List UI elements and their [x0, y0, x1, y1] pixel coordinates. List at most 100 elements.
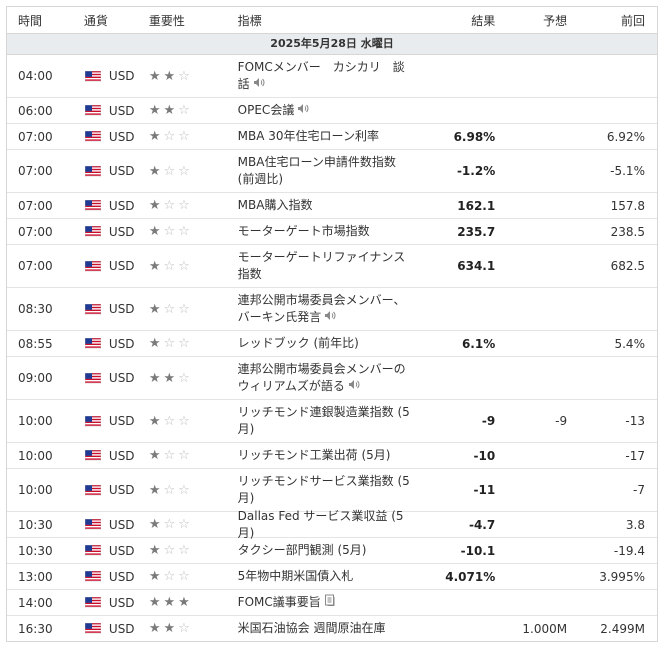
event-name[interactable]: MBA 30年住宅ローン利率 — [228, 128, 418, 145]
event-currency: USD — [73, 130, 138, 144]
us-flag-icon — [84, 623, 101, 634]
us-flag-icon — [84, 70, 101, 82]
event-name[interactable]: 米国石油協会 週間原油在庫 — [228, 620, 418, 637]
table-row[interactable]: 07:00 USD ★ ☆ ☆ MBA購入指数 162.1 157.8 — [7, 193, 657, 219]
header-previous[interactable]: 前回 — [575, 12, 657, 29]
table-row[interactable]: 10:30 USD ★ ☆ ☆ タクシー部門観測 (5月) -10.1 -19.4 — [7, 538, 657, 564]
importance-stars: ★ ☆ ☆ — [138, 449, 228, 462]
event-name[interactable]: モーターゲートリファイナンス 指数 — [228, 249, 418, 283]
event-name[interactable]: 連邦公開市場委員会メンバー、 バーキン氏発言 — [228, 292, 418, 326]
event-currency: USD — [73, 371, 138, 385]
event-name[interactable]: FOMCメンバー カシカリ 談話 — [228, 59, 418, 93]
star-empty-icon: ☆ — [178, 517, 190, 532]
speaker-icon[interactable] — [297, 102, 309, 119]
event-name-line: リッチモンド連銀製造業指数 (5 — [237, 405, 410, 419]
table-row[interactable]: 07:00 USD ★ ☆ ☆ MBA 30年住宅ローン利率 6.98% 6.92% — [7, 124, 657, 150]
event-name[interactable]: リッチモンドサービス業指数 (5 月) — [228, 473, 418, 507]
event-previous: 157.8 — [610, 198, 645, 213]
star-filled-icon: ★ — [148, 482, 161, 498]
us-flag-icon — [84, 597, 101, 608]
event-name[interactable]: MBA購入指数 — [228, 197, 418, 214]
star-empty-icon: ☆ — [178, 569, 190, 584]
star-filled-icon: ★ — [148, 258, 161, 274]
event-name[interactable]: MBA住宅ローン申請件数指数 (前週比) — [228, 154, 418, 188]
table-row[interactable]: 07:00 USD ★ ☆ ☆ MBA住宅ローン申請件数指数 (前週比) -1.2% -5.1% — [7, 150, 657, 193]
star-empty-icon: ☆ — [163, 482, 176, 498]
table-row[interactable]: 04:00 USD ★ ★ ☆ FOMCメンバー カシカリ 談話 — [7, 55, 657, 98]
event-time: 08:55 — [18, 336, 53, 351]
event-actual: 235.7 — [457, 224, 496, 239]
star-filled-icon: ★ — [148, 543, 161, 558]
table-row[interactable]: 08:30 USD ★ ☆ ☆ 連邦公開市場委員会メンバー、 バーキン氏発言 — [7, 288, 657, 331]
event-actual: -10.1 — [460, 543, 496, 558]
table-row[interactable]: 07:00 USD ★ ☆ ☆ モーターゲート市場指数 235.7 238.5 — [7, 219, 657, 245]
star-empty-icon: ☆ — [163, 448, 176, 463]
event-time: 07:00 — [18, 198, 53, 213]
event-currency: USD — [73, 337, 138, 351]
event-name-line: 話 — [237, 77, 250, 91]
header-time[interactable]: 時間 — [7, 12, 73, 29]
header-forecast[interactable]: 予想 — [505, 12, 575, 29]
event-name[interactable]: タクシー部門観測 (5月) — [228, 542, 418, 559]
event-time: 07:00 — [18, 129, 53, 144]
document-icon[interactable] — [324, 594, 336, 611]
event-currency: USD — [73, 622, 138, 636]
event-name[interactable]: リッチモンド工業出荷 (5月) — [228, 447, 418, 464]
table-row[interactable]: 13:00 USD ★ ☆ ☆ 5年物中期米国債入札 4.071% 3.995% — [7, 564, 657, 590]
header-currency[interactable]: 通貨 — [73, 12, 138, 29]
event-time: 07:00 — [18, 259, 53, 273]
importance-stars: ★ ★ ☆ — [138, 372, 228, 385]
event-name[interactable]: 連邦公開市場委員会メンバーの ウィリアムズが語る — [228, 361, 418, 395]
star-filled-icon: ★ — [148, 517, 161, 532]
event-name-line: FOMC議事要旨 — [237, 595, 321, 609]
speaker-icon[interactable] — [348, 378, 360, 395]
event-name[interactable]: Dallas Fed サービス業収益 (5月) — [228, 508, 418, 542]
event-name[interactable]: OPEC会議 — [228, 102, 418, 119]
table-row[interactable]: 07:00 USD ★ ☆ ☆ モーターゲートリファイナンス 指数 634.1 682.5 — [7, 245, 657, 288]
table-row[interactable]: 10:00 USD ★ ☆ ☆ リッチモンドサービス業指数 (5 月) -11 -7 — [7, 469, 657, 512]
star-empty-icon: ☆ — [163, 569, 176, 584]
table-row[interactable]: 16:30 USD ★ ★ ☆ 米国石油協会 週間原油在庫 1.000M 2.499M — [7, 616, 657, 641]
header-event[interactable]: 指標 — [228, 12, 418, 29]
star-empty-icon: ☆ — [178, 336, 190, 351]
table-row[interactable]: 09:00 USD ★ ★ ☆ 連邦公開市場委員会メンバーの ウィリアムズが語る — [7, 357, 657, 400]
event-actual: 634.1 — [457, 259, 496, 273]
event-name[interactable]: リッチモンド連銀製造業指数 (5 月) — [228, 404, 418, 438]
event-name[interactable]: 5年物中期米国債入札 — [228, 568, 418, 585]
event-currency: USD — [73, 414, 138, 428]
star-empty-icon: ☆ — [163, 163, 176, 179]
speaker-icon[interactable] — [253, 76, 265, 93]
event-currency: USD — [73, 104, 138, 118]
event-name-line: MBA 30年住宅ローン利率 — [237, 129, 379, 143]
header-actual[interactable]: 結果 — [417, 12, 505, 29]
event-actual: 162.1 — [457, 198, 496, 213]
table-row[interactable]: 10:00 USD ★ ☆ ☆ リッチモンド連銀製造業指数 (5 月) -9 -9 -13 — [7, 400, 657, 443]
currency-code: USD — [108, 569, 135, 584]
header-importance[interactable]: 重要性 — [138, 12, 228, 29]
table-row[interactable]: 10:30 USD ★ ☆ ☆ Dallas Fed サービス業収益 (5月) -4.7 3.… — [7, 509, 657, 540]
importance-stars: ★ ★ ☆ — [138, 622, 228, 635]
table-row[interactable]: 14:00 USD ★ ★ ★ FOMC議事要旨 — [7, 590, 657, 616]
star-empty-icon: ☆ — [163, 224, 176, 239]
event-name[interactable]: FOMC議事要旨 — [228, 594, 418, 611]
event-name-line: OPEC会議 — [237, 103, 295, 117]
event-name[interactable]: レッドブック (前年比) — [228, 335, 418, 352]
star-empty-icon: ☆ — [178, 68, 190, 84]
table-row[interactable]: 06:00 USD ★ ★ ☆ OPEC会議 — [7, 98, 657, 124]
table-row[interactable]: 08:55 USD ★ ☆ ☆ レッドブック (前年比) 6.1% 5.4% — [7, 331, 657, 357]
event-name[interactable]: モーターゲート市場指数 — [228, 223, 418, 240]
importance-stars: ★ ☆ ☆ — [138, 165, 228, 178]
event-previous: 3.8 — [625, 517, 645, 532]
event-name-line: MBA住宅ローン申請件数指数 — [237, 155, 396, 169]
event-actual: 6.1% — [461, 336, 496, 351]
us-flag-icon — [84, 519, 101, 530]
event-time: 16:30 — [18, 621, 53, 636]
star-empty-icon: ☆ — [178, 103, 190, 118]
table-row[interactable]: 10:00 USD ★ ☆ ☆ リッチモンド工業出荷 (5月) -10 -17 — [7, 443, 657, 469]
us-flag-icon — [84, 484, 101, 496]
event-name-line: リッチモンド工業出荷 (5月) — [237, 448, 391, 462]
speaker-icon[interactable] — [324, 309, 336, 326]
currency-code: USD — [108, 103, 135, 118]
us-flag-icon — [84, 372, 101, 384]
event-time: 10:30 — [18, 517, 53, 532]
